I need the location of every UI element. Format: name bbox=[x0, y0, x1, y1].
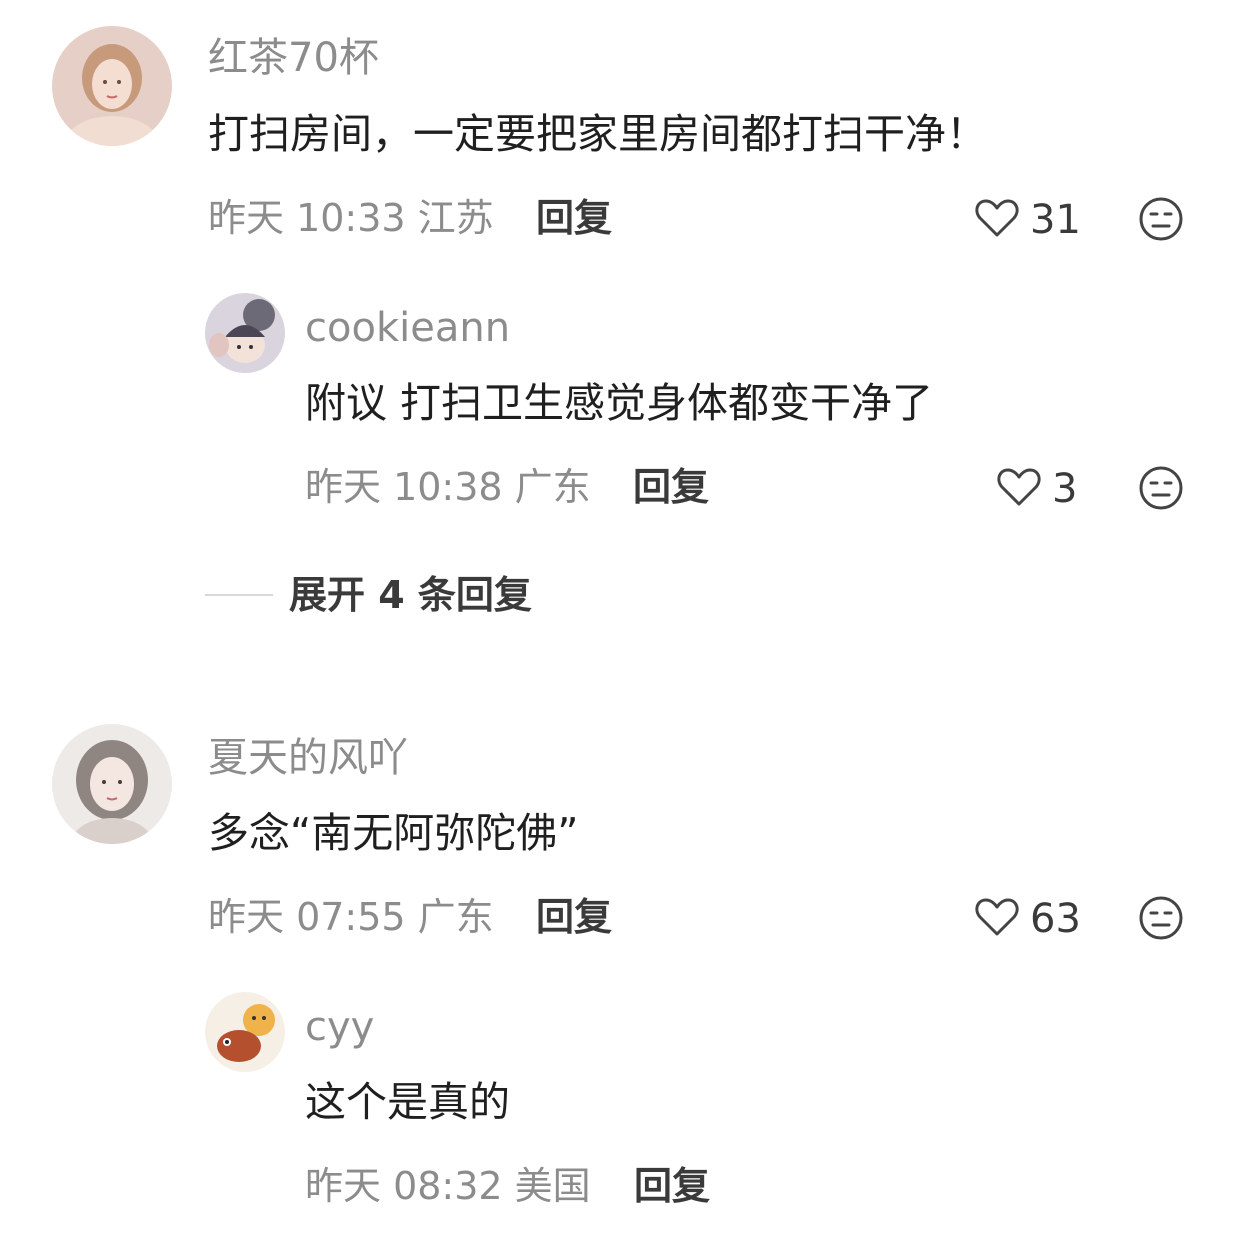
comment-text: 这个是真的 bbox=[305, 1078, 510, 1126]
expand-replies-button[interactable]: 展开 4 条回复 bbox=[205, 576, 532, 614]
reply-button[interactable]: 回复 bbox=[634, 1167, 710, 1205]
heart-outline-icon bbox=[996, 466, 1042, 512]
comment-meta: 昨天 10:38 广东 bbox=[305, 465, 591, 509]
like-button[interactable]: 3 bbox=[996, 466, 1077, 512]
heart-outline-icon bbox=[974, 896, 1020, 942]
username[interactable]: cyy bbox=[305, 1007, 374, 1047]
meh-face-icon bbox=[1139, 896, 1183, 940]
dislike-button[interactable] bbox=[1138, 196, 1184, 242]
username[interactable]: 红茶70杯 bbox=[208, 38, 379, 78]
like-count: 3 bbox=[1052, 466, 1078, 512]
dislike-button[interactable] bbox=[1138, 465, 1184, 511]
avatar[interactable] bbox=[52, 724, 172, 844]
like-count: 63 bbox=[1030, 896, 1081, 942]
meh-face-icon bbox=[1139, 466, 1183, 510]
heart-outline-icon bbox=[974, 197, 1020, 243]
username[interactable]: cookieann bbox=[305, 308, 510, 348]
comment-text: 附议 打扫卫生感觉身体都变干净了 bbox=[305, 379, 934, 427]
avatar[interactable] bbox=[205, 293, 285, 373]
reply-button[interactable]: 回复 bbox=[536, 199, 612, 237]
comment-text: 多念“南无阿弥陀佛” bbox=[208, 809, 579, 857]
like-button[interactable]: 31 bbox=[974, 197, 1081, 243]
comment-meta: 昨天 07:55 广东 bbox=[208, 895, 494, 939]
avatar[interactable] bbox=[205, 992, 285, 1072]
username[interactable]: 夏天的风吖 bbox=[208, 738, 408, 778]
comment-meta: 昨天 10:33 江苏 bbox=[208, 196, 494, 240]
comment-meta: 昨天 08:32 美国 bbox=[305, 1164, 591, 1208]
like-button[interactable]: 63 bbox=[974, 896, 1081, 942]
expand-replies-label: 展开 4 条回复 bbox=[289, 573, 532, 617]
reply-button[interactable]: 回复 bbox=[536, 898, 612, 936]
dislike-button[interactable] bbox=[1138, 895, 1184, 941]
reply-button[interactable]: 回复 bbox=[633, 468, 709, 506]
divider bbox=[205, 594, 273, 596]
comment-text: 打扫房间，一定要把家里房间都打扫干净！ bbox=[208, 110, 987, 158]
avatar[interactable] bbox=[52, 26, 172, 146]
meh-face-icon bbox=[1139, 197, 1183, 241]
like-count: 31 bbox=[1030, 197, 1081, 243]
